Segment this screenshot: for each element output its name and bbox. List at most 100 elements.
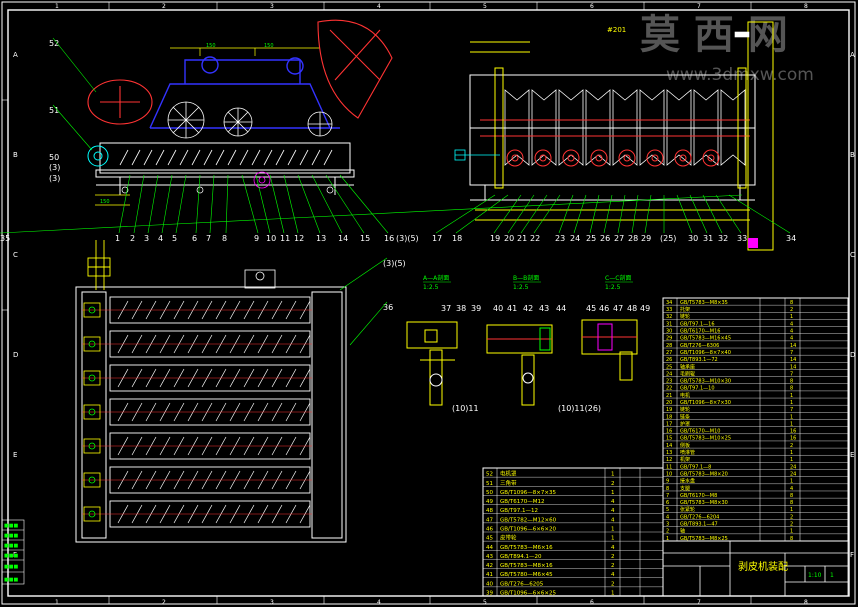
callout-27: 27 (614, 234, 624, 243)
bom-right-name: GB/T276—6204 (680, 514, 719, 520)
grid-row-A: A (13, 51, 18, 59)
bom-right-no: 16 (666, 429, 672, 435)
bom-right-no: 4 (666, 514, 669, 520)
bom-bottom-name: GB/T6170—M12 (500, 499, 545, 505)
bom-right-no: 8 (666, 486, 669, 492)
callout-48: 48 (627, 304, 637, 313)
grid-row-right-D: D (850, 351, 855, 359)
bom-right-name: 侧板 (680, 442, 690, 449)
bom-right-no: 27 (666, 350, 672, 356)
callout-5: 5 (172, 234, 177, 243)
callout-9: 9 (254, 234, 259, 243)
grid-row-right-C: C (850, 251, 855, 259)
bom-right-name: GB/T276—6306 (680, 343, 719, 349)
bom-right-no: 11 (666, 464, 672, 470)
bom-right-name: GB/T893.1—47 (680, 522, 718, 528)
svg-text:150: 150 (206, 43, 216, 49)
bom-right-name: 电机 (680, 392, 690, 399)
grid-col-bottom-5: 5 (483, 599, 487, 606)
callout-(25): (25) (660, 234, 676, 243)
callout-37: 37 (441, 304, 451, 313)
bom-bottom-qty: 4 (611, 572, 615, 578)
bom-bottom-qty: 1 (611, 490, 615, 496)
callout-19: 19 (490, 234, 500, 243)
bom-bottom-qty: 4 (611, 508, 615, 514)
grid-col-3: 3 (270, 3, 274, 10)
bom-right-no: 2 (666, 529, 669, 535)
grid-row-B: B (13, 151, 18, 159)
bom-right-no: 29 (666, 336, 672, 342)
svg-text:■■■: ■■■ (4, 533, 18, 539)
bom-bottom-name: GB/T1096—6×6×20 (500, 527, 556, 533)
bom-bottom-no: 51 (486, 481, 493, 487)
bom-right-name: 托架 (680, 306, 690, 313)
callout-24: 24 (570, 234, 580, 243)
bom-right-qty: 2 (790, 514, 793, 520)
callout-25: 25 (586, 234, 596, 243)
bom-bottom-name: GB/T97.1—12 (500, 508, 538, 514)
bom-right-qty: 8 (790, 300, 793, 306)
callout-(3)(5): (3)(5) (383, 259, 406, 268)
bom-right-name: GB/T5783—M8×30 (680, 500, 728, 506)
bom-bottom-qty: 2 (611, 554, 615, 560)
bom-right-name: GB/T97.1—16 (680, 321, 715, 327)
bom-right-name: GB/T1096—8×7×30 (680, 400, 731, 406)
callout-sub-b: (10)11(26) (558, 404, 601, 413)
callout-45: 45 (586, 304, 596, 313)
callout-30: 30 (688, 234, 698, 243)
section-title-2: C—C剖面 (605, 274, 631, 282)
bom-bottom-no: 40 (486, 581, 493, 587)
svg-text:■■■: ■■■ (4, 577, 18, 583)
callout-4: 4 (158, 234, 163, 243)
grid-col-bottom-8: 8 (804, 599, 808, 606)
grid-col-bottom-3: 3 (270, 599, 274, 606)
bom-right-qty: 8 (790, 386, 793, 392)
bom-right-name: 支腿 (680, 485, 690, 492)
bom-right-qty: 1 (790, 393, 793, 399)
bom-right-no: 19 (666, 407, 672, 413)
bom-right-qty: 7 (790, 407, 793, 413)
bom-bottom-qty: 2 (611, 481, 615, 487)
bom-right-qty: 1 (790, 314, 793, 320)
bom-right-name: 毛刷辊 (680, 370, 695, 377)
grid-col-bottom-6: 6 (590, 599, 594, 606)
bom-right-qty: 7 (790, 350, 793, 356)
callout-39: 39 (471, 304, 481, 313)
title-block-title: 剥皮机装配 (738, 560, 788, 573)
watermark-main: 莫 西 网 (640, 12, 788, 58)
grid-row-E: E (13, 451, 17, 459)
bom-right-qty: 24 (790, 471, 796, 477)
grid-col-7: 7 (697, 3, 701, 10)
bom-right-no: 34 (666, 300, 672, 306)
title-block-sheet: 1 (830, 572, 834, 579)
bom-right-qty: 1 (790, 400, 793, 406)
callout-sub-a: (10)11 (452, 404, 479, 413)
bom-right-no: 28 (666, 343, 672, 349)
bom-bottom-qty: 1 (611, 527, 615, 533)
bom-right-no: 7 (666, 493, 669, 499)
bom-right-name: GB/T5783—M10×25 (680, 436, 731, 442)
callout-42: 42 (523, 304, 533, 313)
bom-bottom-name: GB/T5782—M12×60 (500, 517, 557, 523)
bom-right-name: 链轮 (680, 406, 690, 413)
bom-bottom-no: 42 (486, 563, 493, 569)
callout-41: 41 (507, 304, 517, 313)
grid-row-right-F: F (850, 551, 854, 559)
bom-right-name: GB/T97.1—8 (680, 464, 711, 470)
bom-right-qty: 1 (790, 479, 793, 485)
bom-bottom-no: 46 (486, 527, 493, 533)
grid-col-bottom-7: 7 (697, 599, 701, 606)
grid-row-right-E: E (850, 451, 854, 459)
grid-col-6: 6 (590, 3, 594, 10)
bom-right-no: 21 (666, 393, 672, 399)
bom-right-name: 链条 (680, 413, 690, 420)
callout-7: 7 (206, 234, 211, 243)
bom-bottom-qty: 4 (611, 499, 615, 505)
grid-col-bottom-1: 1 (55, 599, 59, 606)
grid-col-bottom-4: 4 (377, 599, 381, 606)
callout-28: 28 (628, 234, 638, 243)
callout-(3): (3) (49, 174, 60, 183)
callout-40: 40 (493, 304, 503, 313)
bom-bottom-qty: 1 (611, 472, 615, 478)
bom-right-name: 张紧轮 (680, 506, 695, 513)
